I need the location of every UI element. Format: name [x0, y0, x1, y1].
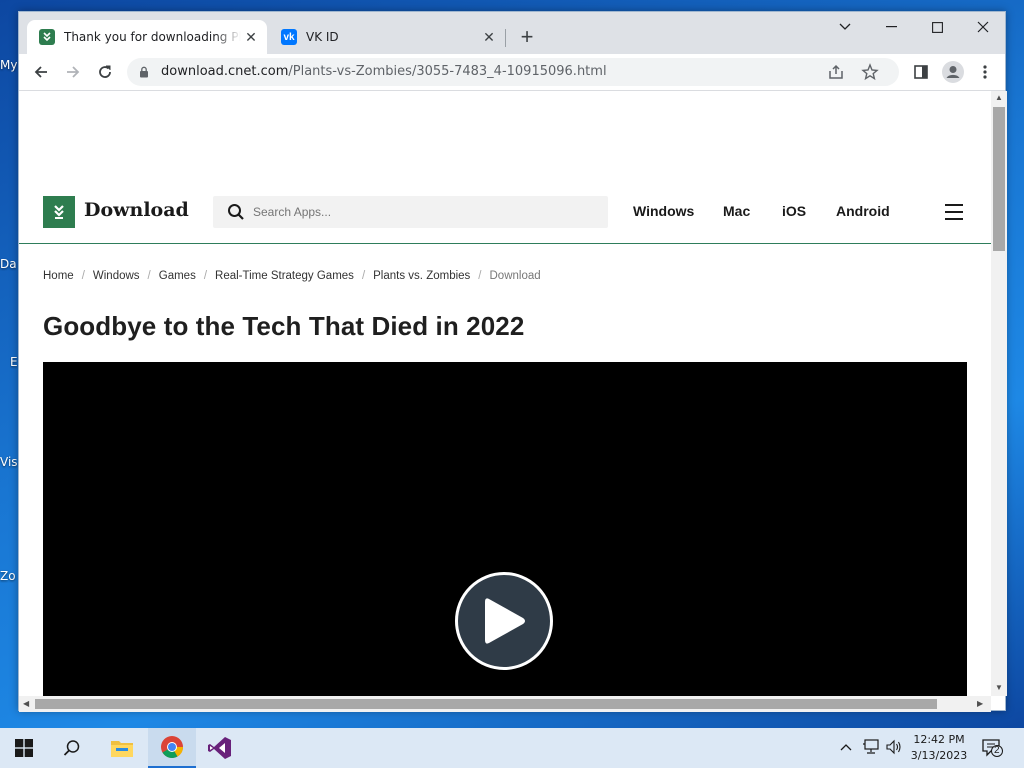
- share-icon[interactable]: [827, 63, 845, 86]
- horizontal-scroll-thumb[interactable]: [35, 699, 937, 709]
- play-icon[interactable]: [455, 572, 553, 670]
- tab-separator: [505, 29, 506, 47]
- desktop-icon-label[interactable]: My: [0, 58, 18, 72]
- horizontal-scrollbar[interactable]: ◀ ▶: [19, 696, 991, 712]
- site-logo-text[interactable]: Download: [84, 199, 189, 221]
- bookmark-star-icon[interactable]: [861, 63, 879, 86]
- forward-button[interactable]: [59, 58, 87, 86]
- desktop-icon-label[interactable]: Vis: [0, 455, 18, 469]
- minimize-button[interactable]: [868, 12, 914, 42]
- search-input[interactable]: [253, 202, 593, 222]
- breadcrumb-current: Download: [489, 270, 541, 282]
- show-hidden-icons-icon[interactable]: [840, 740, 852, 754]
- nav-android[interactable]: Android: [836, 203, 890, 219]
- search-icon[interactable]: [48, 728, 96, 768]
- new-tab-button[interactable]: +: [515, 26, 539, 50]
- side-panel-icon[interactable]: [907, 58, 935, 86]
- notification-count: 2: [994, 745, 1000, 756]
- tab-download[interactable]: Thank you for downloading Plants vs. Zom…: [27, 20, 267, 54]
- site-header: Download Windows Mac iOS Android: [19, 187, 991, 244]
- taskbar-clock[interactable]: 12:42 PM 3/13/2023: [904, 732, 974, 764]
- hamburger-menu-icon[interactable]: [945, 204, 963, 220]
- desktop-icon-label[interactable]: Da: [0, 257, 18, 271]
- breadcrumb-plants-vs-zombies[interactable]: Plants vs. Zombies: [373, 270, 470, 282]
- taskbar: 12:42 PM 3/13/2023 2: [0, 728, 1024, 768]
- tab-strip: Thank you for downloading Plants vs. Zom…: [19, 12, 1005, 54]
- search-box[interactable]: [213, 196, 608, 228]
- maximize-button[interactable]: [914, 12, 960, 42]
- tab-search-icon[interactable]: [822, 12, 868, 42]
- breadcrumb-games[interactable]: Games: [159, 270, 196, 282]
- reload-button[interactable]: [91, 58, 119, 86]
- close-tab-icon[interactable]: ✕: [241, 27, 261, 47]
- download-favicon-icon: [39, 29, 55, 45]
- breadcrumb-rts-games[interactable]: Real-Time Strategy Games: [215, 270, 354, 282]
- clock-time: 12:42 PM: [913, 733, 965, 746]
- article-title: Goodbye to the Tech That Died in 2022: [43, 311, 525, 341]
- close-window-button[interactable]: [960, 12, 1006, 42]
- scroll-up-icon[interactable]: ▲: [995, 93, 1003, 102]
- vertical-scroll-thumb[interactable]: [993, 107, 1005, 251]
- visual-studio-icon[interactable]: [196, 728, 244, 768]
- vertical-scrollbar[interactable]: ▲ ▼: [991, 91, 1007, 696]
- url-text: download.cnet.com/Plants-vs-Zombies/3055…: [161, 64, 607, 79]
- toolbar: download.cnet.com/Plants-vs-Zombies/3055…: [19, 54, 1005, 90]
- network-icon[interactable]: [862, 739, 880, 758]
- search-icon[interactable]: [227, 203, 245, 221]
- tab-title: VK ID: [306, 30, 339, 44]
- scroll-right-icon[interactable]: ▶: [977, 699, 983, 708]
- breadcrumb-home[interactable]: Home: [43, 270, 74, 282]
- nav-windows[interactable]: Windows: [633, 203, 694, 219]
- breadcrumb-windows[interactable]: Windows: [93, 270, 140, 282]
- desktop-icon-label[interactable]: Zo: [0, 569, 18, 583]
- breadcrumb: Home / Windows / Games / Real-Time Strategy Ga…: [43, 270, 541, 282]
- vk-favicon-icon: vk: [281, 29, 297, 45]
- close-tab-icon[interactable]: ✕: [479, 27, 499, 47]
- tab-vk-id[interactable]: vk VK ID ✕: [269, 20, 505, 54]
- chrome-taskbar-icon[interactable]: [148, 728, 196, 768]
- tab-title: Thank you for downloading Plants vs. Zom…: [64, 30, 241, 44]
- address-bar[interactable]: download.cnet.com/Plants-vs-Zombies/3055…: [127, 58, 899, 86]
- nav-ios[interactable]: iOS: [782, 203, 806, 219]
- start-windows-icon[interactable]: [0, 728, 48, 768]
- download-logo-icon[interactable]: [43, 196, 75, 228]
- notifications-icon[interactable]: 2: [982, 738, 1004, 761]
- nav-mac[interactable]: Mac: [723, 203, 750, 219]
- browser-window: Thank you for downloading Plants vs. Zom…: [18, 11, 1007, 712]
- volume-icon[interactable]: [885, 739, 903, 758]
- menu-kebab-icon[interactable]: [971, 58, 999, 86]
- profile-avatar-icon[interactable]: [939, 58, 967, 86]
- scroll-down-icon[interactable]: ▼: [995, 683, 1003, 692]
- scroll-left-icon[interactable]: ◀: [23, 699, 29, 708]
- lock-icon: [140, 66, 148, 78]
- file-explorer-icon[interactable]: [98, 728, 146, 768]
- video-player[interactable]: [43, 362, 967, 696]
- web-page: Download Windows Mac iOS Android Home/Wi…: [19, 91, 991, 696]
- clock-date: 3/13/2023: [910, 749, 968, 762]
- back-button[interactable]: [27, 58, 55, 86]
